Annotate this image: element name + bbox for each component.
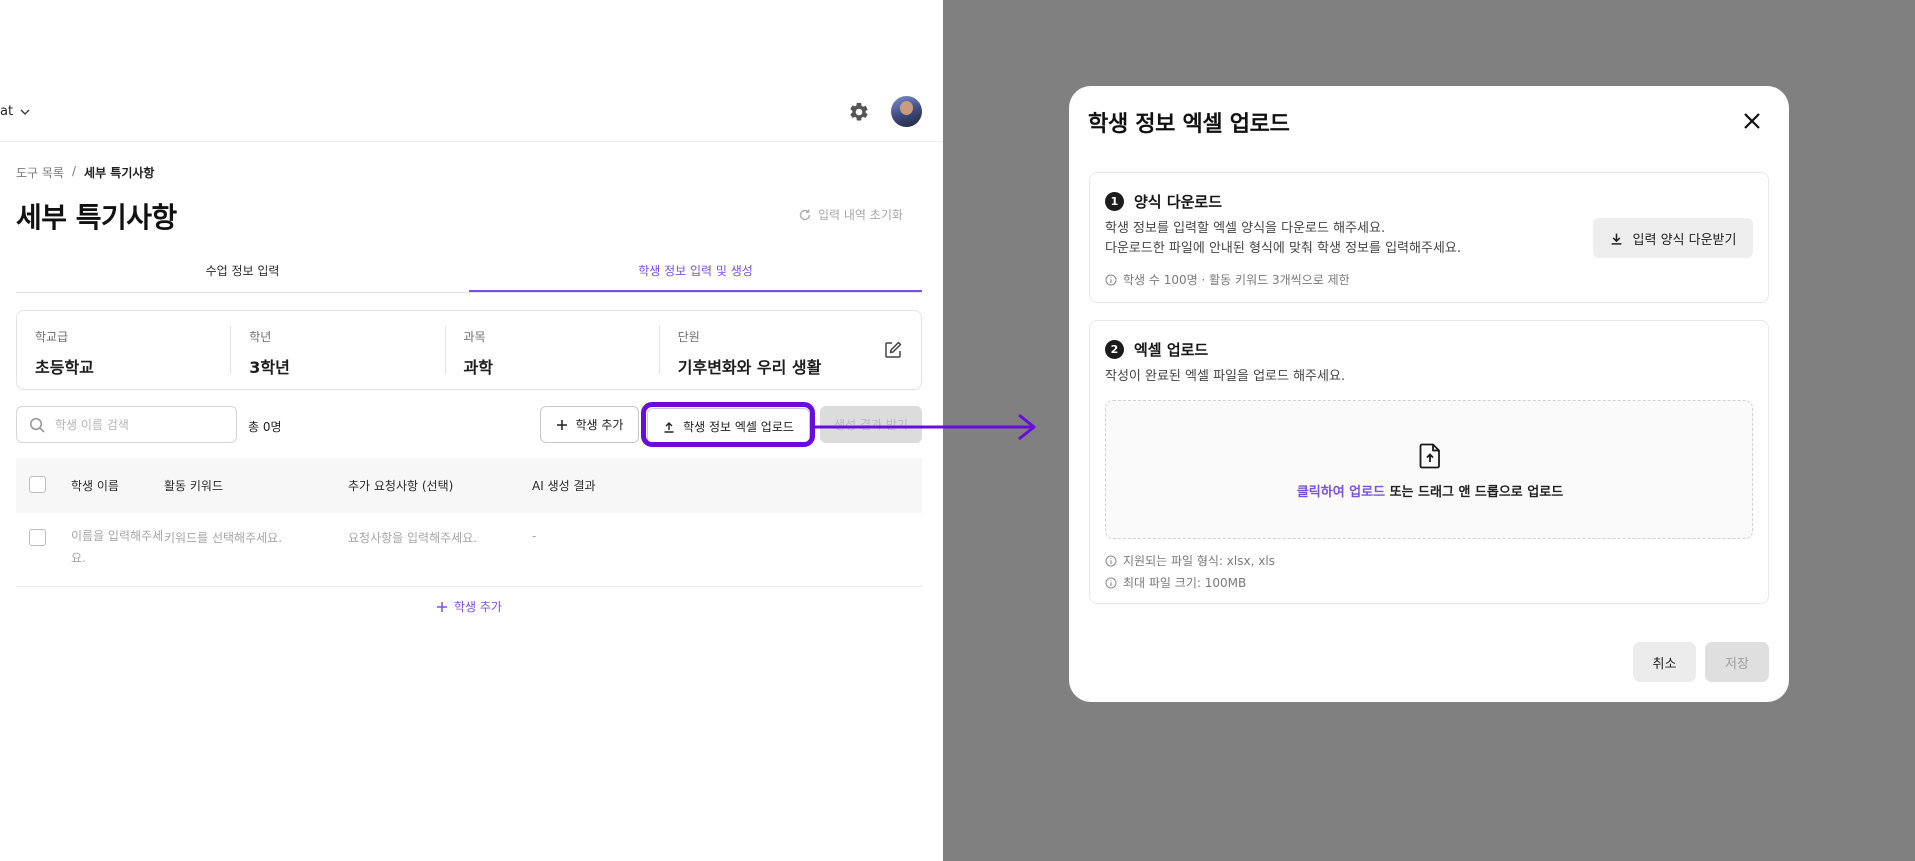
info-value: 3학년: [249, 358, 290, 377]
note-text: 최대 파일 크기: 100MB: [1123, 576, 1247, 590]
info-value: 과학: [463, 358, 493, 377]
refresh-icon: [799, 209, 811, 220]
step-header: 2 엑셀 업로드: [1105, 339, 1208, 360]
edit-icon[interactable]: [883, 340, 903, 360]
student-search[interactable]: [16, 406, 237, 443]
plus-icon: [556, 419, 567, 430]
info-key: 학교급: [35, 330, 69, 344]
excel-upload-label: 학생 정보 엑셀 업로드: [683, 420, 794, 434]
step-number: 1: [1105, 192, 1124, 211]
header-keywords: 활동 키워드: [164, 479, 224, 493]
info-key: 학년: [249, 330, 272, 344]
description-line: 다운로드한 파일에 안내된 형식에 맞춰 학생 정보를 입력해주세요.: [1105, 241, 1461, 256]
row-checkbox-cell: [16, 529, 71, 549]
arrow-connector: [812, 413, 1036, 441]
chevron-down-icon: [20, 109, 30, 115]
file-upload-icon: [1419, 443, 1440, 469]
header-ai-result: AI 생성 결과: [532, 479, 596, 493]
add-student-button[interactable]: 학생 추가: [540, 406, 639, 443]
header-request: 추가 요청사항 (선택): [348, 479, 454, 493]
info-value: 초등학교: [35, 358, 94, 377]
info-unit: 단원 기후변화와 우리 생활: [658, 326, 873, 377]
tab-student-info[interactable]: 학생 정보 입력 및 생성: [469, 254, 922, 292]
breadcrumb-current: 세부 특기사항: [84, 166, 155, 180]
keyword-field[interactable]: 키워드를 선택해주세요.: [164, 529, 348, 546]
breadcrumb-parent[interactable]: 도구 목록: [16, 164, 64, 181]
table-row: 이름을 입력해주세요. 키워드를 선택해주세요. 요청사항을 입력해주세요. -: [16, 513, 922, 587]
name-field[interactable]: 이름을 입력해주세요.: [71, 525, 164, 569]
plus-icon: [437, 601, 447, 612]
step-title: 양식 다운로드: [1134, 193, 1223, 211]
download-icon: [1611, 233, 1621, 245]
search-icon: [29, 417, 45, 433]
description-line: 학생 정보를 입력할 엑셀 양식을 다운로드 해주세요.: [1105, 221, 1386, 236]
info-icon: [1105, 274, 1117, 285]
close-icon[interactable]: [1740, 109, 1764, 133]
step-header: 1 양식 다운로드: [1105, 191, 1222, 212]
info-key: 과목: [463, 330, 486, 344]
workspace-selector[interactable]: at: [0, 104, 31, 119]
note-text: 학생 수 100명 · 활동 키워드 3개씩으로 제한: [1123, 273, 1350, 287]
cancel-button[interactable]: 취소: [1633, 642, 1696, 682]
tab-bar: 수업 정보 입력 학생 정보 입력 및 생성: [16, 254, 922, 293]
download-label: 입력 양식 다운받기: [1632, 232, 1737, 248]
add-row-label: 학생 추가: [454, 600, 502, 614]
page-title: 세부 특기사항: [16, 201, 177, 234]
student-table: 학생 이름 활동 키워드 추가 요청사항 (선택) AI 생성 결과 이름을 입…: [16, 458, 922, 587]
step-title: 엑셀 업로드: [1134, 341, 1209, 359]
excel-upload-button[interactable]: 학생 정보 엑셀 업로드: [647, 408, 810, 445]
top-bar: at: [0, 0, 943, 142]
total-count: 총 0명: [248, 420, 282, 434]
workspace-label: at: [0, 104, 14, 119]
request-field[interactable]: 요청사항을 입력해주세요.: [348, 529, 532, 546]
breadcrumb: 도구 목록 / 세부 특기사항: [16, 164, 154, 181]
excel-upload-modal: 학생 정보 엑셀 업로드 1 양식 다운로드 학생 정보를 입력할 엑셀 양식을…: [1069, 86, 1789, 702]
download-template-button[interactable]: 입력 양식 다운받기: [1593, 218, 1753, 258]
limit-note: 학생 수 100명 · 활동 키워드 3개씩으로 제한: [1105, 271, 1350, 288]
class-info-summary: 학교급 초등학교 학년 3학년 과목 과학 단원 기후변화와 우리 생활: [16, 310, 922, 390]
avatar[interactable]: [891, 96, 922, 127]
row-checkbox[interactable]: [29, 529, 46, 546]
table-header: 학생 이름 활동 키워드 추가 요청사항 (선택) AI 생성 결과: [16, 458, 922, 513]
info-subject: 과목 과학: [444, 326, 659, 377]
app-window: at 도구 목록 / 세부 특기사항 세부 특기사항 입력 내역 초기화 수업 …: [0, 0, 943, 861]
info-icon: [1105, 577, 1117, 588]
breadcrumb-separator: /: [71, 164, 77, 178]
format-note: 지원되는 파일 형식: xlsx, xls: [1105, 552, 1275, 569]
note-text: 지원되는 파일 형식: xlsx, xls: [1123, 554, 1275, 568]
step-download-card: 1 양식 다운로드 학생 정보를 입력할 엑셀 양식을 다운로드 해주세요. 다…: [1089, 172, 1769, 303]
info-icon: [1105, 555, 1117, 566]
info-key: 단원: [677, 330, 700, 344]
step-number: 2: [1105, 340, 1124, 359]
step-upload-card: 2 엑셀 업로드 작성이 완료된 엑셀 파일을 업로드 해주세요. 클릭하여 업…: [1089, 320, 1769, 604]
click-upload-link[interactable]: 클릭하여 업로드: [1297, 485, 1385, 500]
upload-icon: [664, 421, 674, 433]
header-checkbox-cell: [16, 475, 71, 496]
step-description: 학생 정보를 입력할 엑셀 양식을 다운로드 해주세요. 다운로드한 파일에 안…: [1105, 219, 1461, 259]
add-student-row-button[interactable]: 학생 추가: [16, 598, 922, 615]
info-value: 기후변화와 우리 생활: [677, 358, 822, 377]
select-all-checkbox[interactable]: [29, 475, 46, 493]
save-button[interactable]: 저장: [1705, 642, 1769, 682]
dropzone-text: 클릭하여 업로드 또는 드래그 앤 드롭으로 업로드: [1106, 481, 1754, 500]
tab-class-info[interactable]: 수업 정보 입력: [16, 254, 469, 292]
ai-result-cell: -: [532, 529, 537, 543]
size-note: 최대 파일 크기: 100MB: [1105, 574, 1246, 591]
add-student-label: 학생 추가: [575, 418, 624, 432]
search-input[interactable]: [55, 417, 215, 432]
dropzone-instruction: 또는 드래그 앤 드롭으로 업로드: [1385, 485, 1564, 500]
info-school-level: 학교급 초등학교: [35, 326, 230, 377]
header-name: 학생 이름: [71, 478, 119, 493]
reset-button[interactable]: 입력 내역 초기화: [798, 206, 903, 223]
reset-label: 입력 내역 초기화: [818, 208, 903, 222]
info-grade: 학년 3학년: [230, 326, 444, 377]
file-dropzone[interactable]: 클릭하여 업로드 또는 드래그 앤 드롭으로 업로드: [1105, 400, 1753, 539]
gear-icon[interactable]: [848, 101, 870, 123]
step-description: 작성이 완료된 엑셀 파일을 업로드 해주세요.: [1105, 369, 1346, 384]
modal-title: 학생 정보 엑셀 업로드: [1088, 112, 1290, 137]
